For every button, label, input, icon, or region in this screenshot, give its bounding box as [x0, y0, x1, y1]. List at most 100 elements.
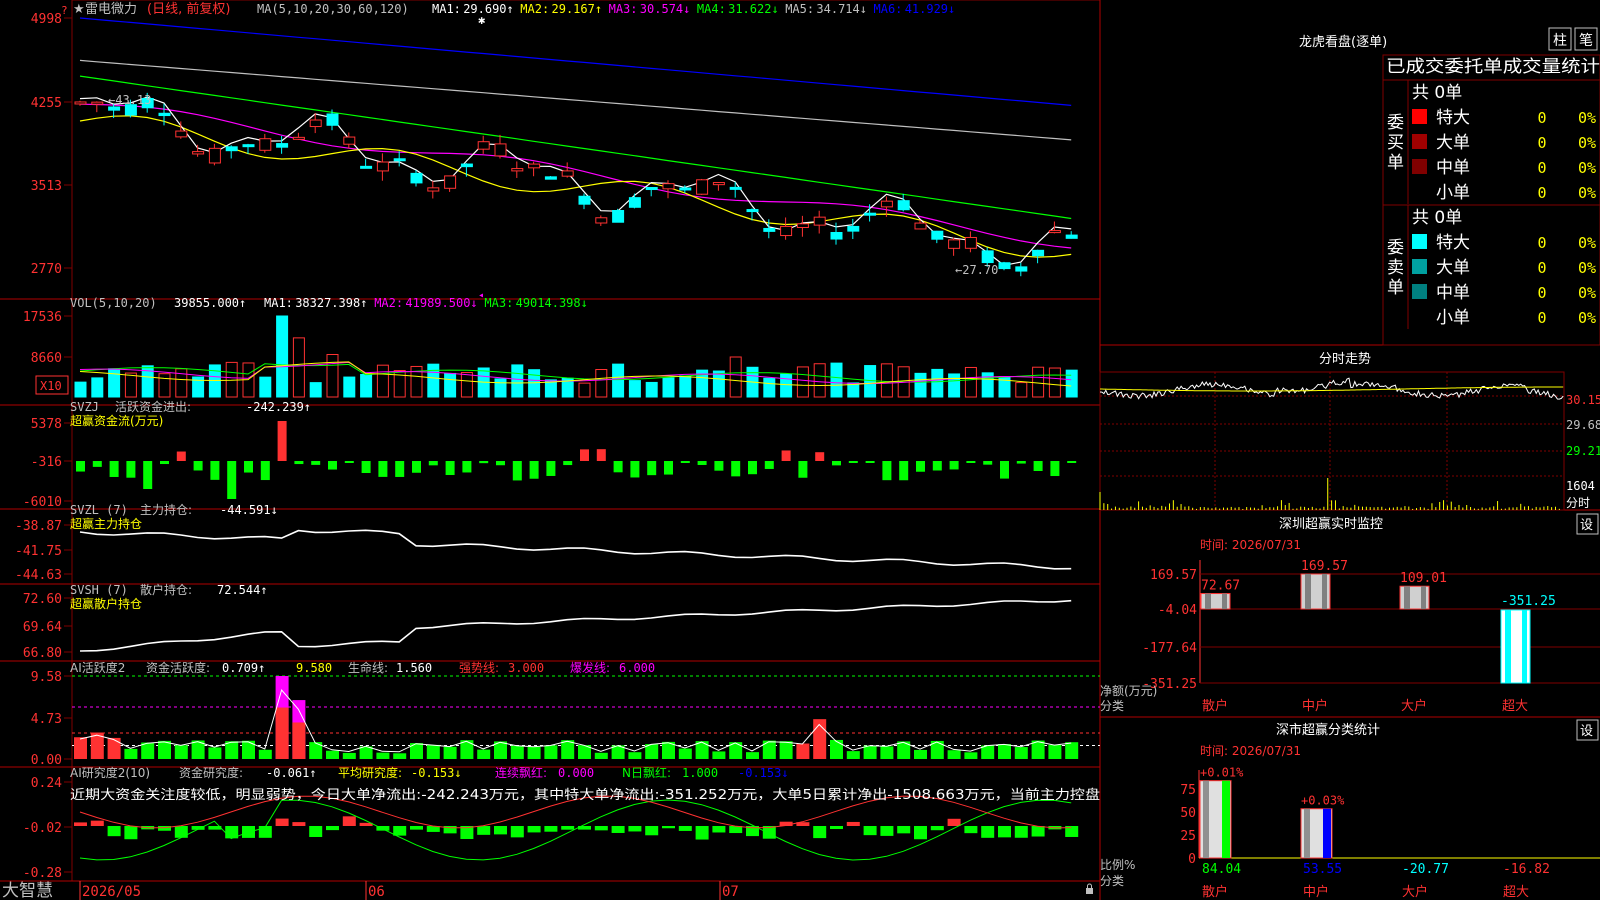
volume-bar [376, 364, 389, 398]
ai2-bar [695, 826, 709, 840]
ai1-bar [376, 752, 390, 759]
intraday-vol-axis: 1604 [1566, 479, 1595, 493]
ma-line [79, 115, 1072, 258]
volume-bar [360, 373, 373, 398]
svzj-bar [596, 449, 606, 461]
volume-bar [460, 372, 473, 398]
order-row-count: 0 [1537, 134, 1546, 152]
ai1-bar [158, 740, 171, 759]
svzl-title: 主力持仓: [140, 502, 192, 517]
volume-bar [292, 337, 305, 398]
classify-bar-value: -16.82 [1503, 862, 1550, 877]
svzj-bar [1067, 461, 1077, 463]
order-side-char: 委 [1387, 113, 1404, 133]
volume-bar [1015, 382, 1028, 398]
bar-mode-button[interactable]: 柱 [1553, 33, 1567, 49]
svzj-bar [529, 461, 539, 479]
candle-body [192, 151, 205, 155]
monitor-bar-shade [1522, 610, 1527, 683]
svzj-axis-label: -6010 [23, 495, 62, 510]
candle-body [729, 186, 742, 190]
svzj-bar [277, 421, 287, 461]
svzj-bar [512, 461, 522, 481]
volume-bar [595, 369, 608, 398]
candle-body [242, 144, 255, 148]
candle-body [645, 187, 658, 191]
svzj-bar [143, 461, 153, 489]
dragon-tab[interactable]: 已成交委托单成交量统计 [1386, 57, 1600, 77]
monitor-bar-category: 中户 [1302, 698, 1328, 714]
ai1-axis: 9.58 4.73 0.00 [31, 670, 72, 768]
ai1-bar [225, 741, 239, 759]
ai1-bar [393, 753, 407, 759]
order-row-name: 小单 [1436, 183, 1470, 203]
candle-body [830, 231, 843, 240]
svsh-value: 72.544↑ [217, 583, 268, 597]
svzj-bar [580, 449, 589, 461]
ai1-bar [74, 737, 87, 759]
classify-bar-edge [1323, 808, 1331, 858]
ai1-bar [527, 746, 541, 759]
ai1-bar [124, 748, 138, 759]
candle-body [981, 250, 994, 264]
intraday-title[interactable]: 分时走势 [1319, 351, 1371, 367]
ai1-bar [746, 752, 759, 759]
volume-bar [1048, 367, 1061, 398]
candle-body [712, 182, 725, 186]
order-row-count: 0 [1537, 234, 1546, 252]
ai1-bar [594, 752, 608, 759]
volume-bar [326, 354, 339, 398]
ai1-bar [981, 745, 995, 759]
svsh-title: 散户持仓: [140, 582, 192, 597]
ai2-bar [527, 826, 541, 833]
legend-label: MA2: [520, 2, 549, 16]
svzj-bar [1016, 461, 1026, 464]
stock-star-icon: ★ [73, 2, 85, 17]
svsh-axis: 72.60 69.64 66.80 [23, 592, 72, 661]
order-color-swatch [1412, 134, 1427, 149]
intraday-axis-label: 29.68 [1566, 418, 1600, 432]
ai1-bar [258, 749, 272, 759]
ai1-line [79, 688, 1072, 753]
candle-body [662, 183, 675, 190]
ai2-axis-label: -0.02 [23, 821, 62, 836]
svzj-bar [109, 461, 119, 477]
tick-mode-button[interactable]: 笔 [1579, 33, 1593, 49]
monitor-bar-value: 169.57 [1301, 559, 1348, 574]
svzj-bar [647, 461, 657, 476]
monitor-bar-shade [1404, 586, 1410, 609]
classify-settings-button[interactable]: 设 [1580, 724, 1593, 739]
ai2-cont-value: 0.000 [558, 766, 594, 780]
stock-name[interactable]: 雷电微力 [85, 2, 137, 17]
svzj-bar [76, 461, 85, 472]
candle-body [813, 216, 826, 226]
svzl-subtitle: 超赢主力持仓 [70, 516, 142, 531]
intraday-chart[interactable]: 30.15 29.68 29.21 1604 分时 [1099, 371, 1600, 511]
monitor-settings-button[interactable]: 设 [1580, 518, 1593, 533]
ai2-bar [930, 826, 944, 831]
ai1-bar [107, 737, 121, 759]
monitor-bar-category: 散户 [1202, 698, 1228, 714]
svzj-bar [865, 461, 875, 463]
ai1-bar [779, 741, 793, 759]
candle-body [376, 161, 389, 172]
order-row-pct: 0% [1578, 109, 1596, 127]
ai2-bar [863, 826, 877, 836]
svzj-bar [193, 461, 203, 471]
order-row-pct: 0% [1578, 259, 1596, 277]
order-color-swatch [1412, 259, 1427, 274]
classify-time: 时间: 2026/07/31 [1200, 744, 1301, 758]
ai2-bar [309, 826, 323, 837]
candle-body [175, 130, 188, 138]
candle-body [494, 143, 507, 157]
candle-body [225, 146, 238, 152]
classify-ratio-label: 比例% [1100, 858, 1135, 872]
svzj-bar [680, 461, 690, 463]
volume-bar [511, 364, 524, 398]
stock-mode[interactable]: (日线, 前复权) [147, 1, 230, 17]
help-icon[interactable]: ? [61, 4, 68, 17]
ai2-bar [662, 826, 675, 829]
ai1-bar [208, 747, 222, 759]
ai1-bar [326, 750, 339, 759]
volume-bar [444, 372, 457, 398]
